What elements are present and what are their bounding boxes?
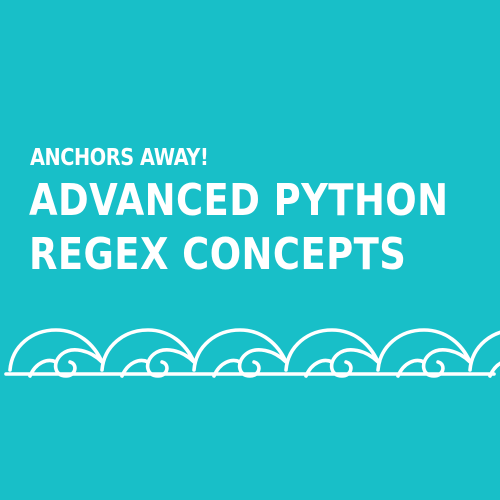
title-line-1: ADVANCED PYTHON <box>29 175 449 226</box>
title-line-2: REGEX CONCEPTS <box>29 229 407 280</box>
wave-5 <box>376 328 472 378</box>
wave-4 <box>284 328 380 378</box>
wave-2 <box>100 328 196 378</box>
wave-line-icon <box>4 328 500 378</box>
wave-1 <box>8 328 104 378</box>
page-title: ADVANCED PYTHON REGEX CONCEPTS <box>29 174 448 282</box>
banner-card: ANCHORS AWAY! ADVANCED PYTHON REGEX CONC… <box>0 0 500 500</box>
kicker-text: ANCHORS AWAY! <box>30 145 209 171</box>
wave-3 <box>192 328 288 378</box>
wave-6 <box>468 330 500 378</box>
